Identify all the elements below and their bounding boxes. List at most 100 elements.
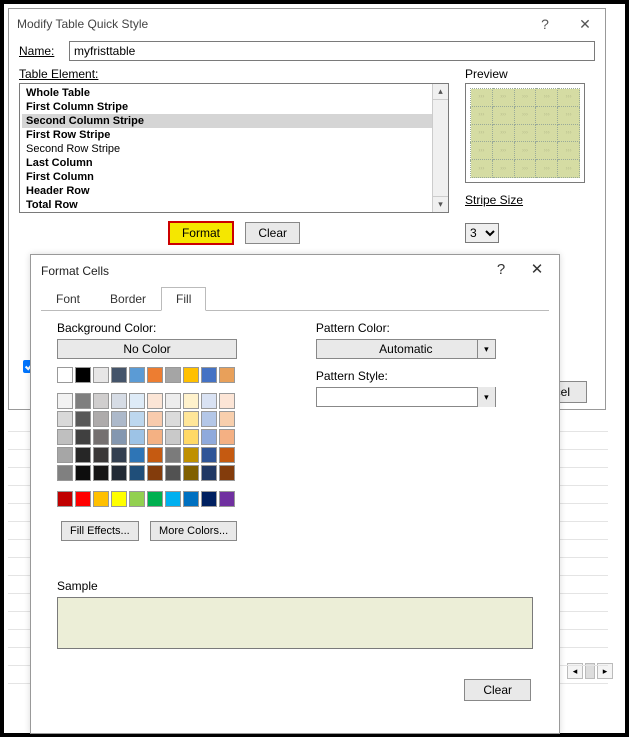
color-swatch[interactable] [165,411,181,427]
color-swatch[interactable] [93,465,109,481]
color-swatch[interactable] [111,411,127,427]
clear-element-button[interactable]: Clear [245,222,300,244]
color-swatch[interactable] [129,447,145,463]
color-swatch[interactable] [75,429,91,445]
color-swatch[interactable] [201,393,217,409]
color-swatch[interactable] [183,429,199,445]
color-swatch[interactable] [201,465,217,481]
color-swatch[interactable] [219,429,235,445]
color-swatch[interactable] [165,393,181,409]
color-swatch[interactable] [147,447,163,463]
color-swatch[interactable] [111,491,127,507]
color-swatch[interactable] [57,447,73,463]
tab-fill[interactable]: Fill [161,287,206,311]
list-item[interactable]: First Column Stripe [22,100,446,114]
color-swatch[interactable] [165,429,181,445]
color-swatch[interactable] [147,491,163,507]
help-button[interactable]: ? [483,255,519,285]
color-swatch[interactable] [201,367,217,383]
color-swatch[interactable] [111,429,127,445]
color-swatch[interactable] [75,465,91,481]
list-item[interactable]: First Column [22,170,446,184]
clear-fill-button[interactable]: Clear [464,679,531,701]
list-item[interactable]: Second Row Stripe [22,142,446,156]
list-item[interactable]: Whole Table [22,86,446,100]
color-swatch[interactable] [129,411,145,427]
color-swatch[interactable] [219,393,235,409]
list-item[interactable]: First Row Stripe [22,128,446,142]
fill-effects-button[interactable]: Fill Effects... [61,521,139,541]
no-color-button[interactable]: No Color [57,339,237,359]
color-swatch[interactable] [201,429,217,445]
color-swatch[interactable] [165,491,181,507]
color-swatch[interactable] [165,465,181,481]
color-swatch[interactable] [129,465,145,481]
color-swatch[interactable] [93,411,109,427]
tab-font[interactable]: Font [41,287,95,311]
color-swatch[interactable] [183,411,199,427]
color-swatch[interactable] [201,447,217,463]
color-swatch[interactable] [165,367,181,383]
color-swatch[interactable] [57,429,73,445]
color-swatch[interactable] [147,367,163,383]
color-swatch[interactable] [219,465,235,481]
scroll-down-icon[interactable]: ▾ [433,196,448,212]
color-swatch[interactable] [57,393,73,409]
format-button[interactable]: Format [168,221,234,245]
list-item[interactable]: Last Column [22,156,446,170]
color-swatch[interactable] [219,411,235,427]
color-swatch[interactable] [93,429,109,445]
color-swatch[interactable] [165,447,181,463]
close-icon[interactable]: ✕ [519,255,555,285]
color-swatch[interactable] [57,367,73,383]
color-swatch[interactable] [147,411,163,427]
color-swatch[interactable] [75,367,91,383]
list-item[interactable]: Header Row [22,184,446,198]
color-swatch[interactable] [75,411,91,427]
color-swatch[interactable] [75,491,91,507]
color-swatch[interactable] [147,465,163,481]
more-colors-button[interactable]: More Colors... [150,521,237,541]
color-swatch[interactable] [93,447,109,463]
color-swatch[interactable] [219,447,235,463]
color-swatch[interactable] [183,465,199,481]
close-icon[interactable]: ✕ [565,9,605,39]
scroll-up-icon[interactable]: ▴ [433,84,448,100]
color-swatch[interactable] [129,393,145,409]
color-swatch[interactable] [219,367,235,383]
color-swatch[interactable] [201,491,217,507]
color-swatch[interactable] [111,367,127,383]
color-swatch[interactable] [129,491,145,507]
color-swatch[interactable] [93,491,109,507]
color-swatch[interactable] [93,367,109,383]
color-swatch[interactable] [57,411,73,427]
color-swatch[interactable] [75,447,91,463]
color-swatch[interactable] [183,447,199,463]
color-swatch[interactable] [183,491,199,507]
color-swatch[interactable] [111,393,127,409]
list-item[interactable]: Second Column Stripe [22,114,446,128]
color-swatch[interactable] [219,491,235,507]
pattern-color-dropdown[interactable]: Automatic ▾ [316,339,496,359]
color-swatch[interactable] [111,447,127,463]
list-item[interactable]: Total Row [22,198,446,212]
color-swatch[interactable] [129,367,145,383]
table-element-listbox[interactable]: Whole TableFirst Column StripeSecond Col… [19,83,449,213]
color-swatch[interactable] [183,367,199,383]
tab-border[interactable]: Border [95,287,161,311]
pattern-style-dropdown[interactable]: ▾ [316,387,496,407]
color-swatch[interactable] [75,393,91,409]
color-swatch[interactable] [111,465,127,481]
color-swatch[interactable] [93,393,109,409]
color-swatch[interactable] [57,465,73,481]
help-button[interactable]: ? [525,9,565,39]
name-field[interactable] [69,41,595,61]
scrollbar[interactable]: ▴ ▾ [432,84,448,212]
color-swatch[interactable] [147,429,163,445]
color-swatch[interactable] [129,429,145,445]
stripe-size-select[interactable]: 3 [465,223,499,243]
color-swatch[interactable] [183,393,199,409]
color-swatch[interactable] [201,411,217,427]
color-swatch[interactable] [57,491,73,507]
color-swatch[interactable] [147,393,163,409]
